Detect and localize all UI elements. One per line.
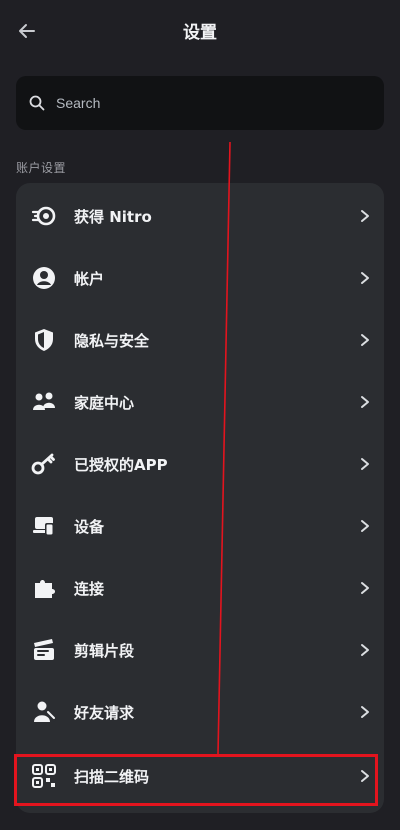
devices-icon <box>30 512 58 540</box>
chevron-right-icon <box>356 767 374 785</box>
menu-item-label: 好友请求 <box>74 704 135 722</box>
page-title: 设置 <box>183 23 217 43</box>
qr-scan-icon <box>30 762 58 790</box>
chevron-right-icon <box>356 207 374 225</box>
menu-item-devices[interactable]: 设备 <box>16 495 384 557</box>
menu-item-privacy-safety[interactable]: 隐私与安全 <box>16 309 384 371</box>
section-header-account-settings: 账户设置 <box>16 161 67 175</box>
search-bar[interactable] <box>16 76 384 130</box>
chevron-right-icon <box>356 269 374 287</box>
menu-item-label: 连接 <box>74 580 105 598</box>
chevron-right-icon <box>356 517 374 535</box>
menu-item-label: 设备 <box>74 518 105 536</box>
chevron-right-icon <box>356 331 374 349</box>
top-bar: 设置 <box>0 0 400 62</box>
chevron-right-icon <box>356 393 374 411</box>
menu-item-friend-requests[interactable]: 好友请求 <box>16 681 384 743</box>
family-icon <box>30 388 58 416</box>
menu-item-label: 剪辑片段 <box>74 642 135 660</box>
search-input[interactable] <box>54 94 358 112</box>
menu-item-label: 扫描二维码 <box>74 768 150 786</box>
chevron-right-icon <box>356 641 374 659</box>
menu-item-label: 已授权的APP <box>74 456 168 474</box>
menu-item-label: 获得 Nitro <box>74 208 152 226</box>
menu-item-clips[interactable]: 剪辑片段 <box>16 619 384 681</box>
menu-item-nitro[interactable]: 获得 Nitro <box>16 185 384 247</box>
menu-item-label: 家庭中心 <box>74 394 135 412</box>
chevron-right-icon <box>356 455 374 473</box>
account-icon <box>30 264 58 292</box>
search-icon <box>28 94 46 112</box>
menu-item-account[interactable]: 帐户 <box>16 247 384 309</box>
clapperboard-icon <box>30 636 58 664</box>
menu-item-authorized-apps[interactable]: 已授权的APP <box>16 433 384 495</box>
menu-item-family-center[interactable]: 家庭中心 <box>16 371 384 433</box>
menu-item-label: 隐私与安全 <box>74 332 150 350</box>
menu-item-label: 帐户 <box>74 270 105 288</box>
settings-list: 获得 Nitro 帐户 隐私与安全 家庭中心 已授权的APP 设备 连接 剪辑片… <box>16 183 384 813</box>
key-icon <box>30 450 58 478</box>
friend-request-icon <box>30 698 58 726</box>
shield-icon <box>30 326 58 354</box>
chevron-right-icon <box>356 703 374 721</box>
nitro-icon <box>30 202 58 230</box>
menu-item-connections[interactable]: 连接 <box>16 557 384 619</box>
menu-item-scan-qr-code[interactable]: 扫描二维码 <box>16 745 384 807</box>
chevron-right-icon <box>356 579 374 597</box>
puzzle-icon <box>30 574 58 602</box>
